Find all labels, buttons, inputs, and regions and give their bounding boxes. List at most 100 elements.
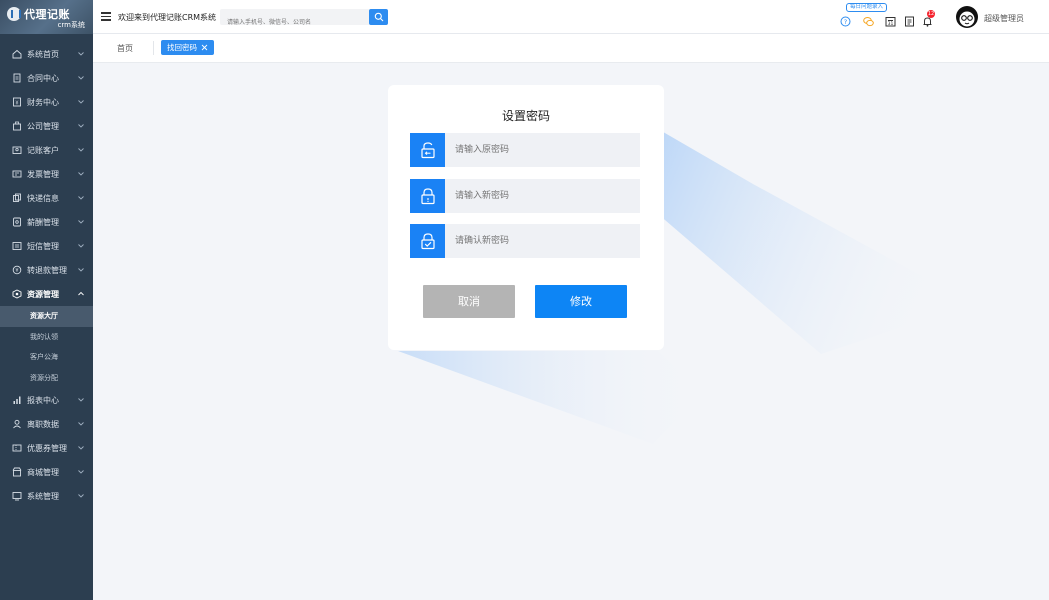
sms-icon (12, 241, 22, 251)
tab-recover-password[interactable]: 找回密码 (161, 40, 214, 55)
sidebar-item-label: 资源管理 (27, 289, 59, 299)
close-icon[interactable] (201, 44, 208, 51)
resign-icon (12, 419, 22, 429)
chevron-down-icon (78, 76, 84, 80)
search-button[interactable] (369, 9, 388, 25)
salary-icon (12, 217, 22, 227)
sidebar-item-label: 公司管理 (27, 121, 59, 131)
chevron-up-icon (78, 291, 84, 296)
customer-icon (12, 145, 22, 155)
search-box (220, 9, 370, 31)
svg-text:¥: ¥ (15, 101, 18, 107)
sidebar: 代理记账 crm系统 系统首页合同中心 ¥ 财务中心公司管理记账客户发票管理快递信息… (0, 0, 93, 600)
sidebar-item-mall[interactable]: 商城管理 (0, 460, 93, 484)
calendar-icon[interactable]: 31 (885, 12, 896, 27)
lock-icon (410, 179, 445, 213)
sidebar-item-label: 商城管理 (27, 467, 59, 477)
sidebar-item-sms[interactable]: 短信管理 (0, 234, 93, 258)
menu-toggle-icon[interactable] (101, 12, 111, 21)
chat-icon[interactable] (863, 12, 874, 27)
sidebar-item-label: 系统首页 (27, 49, 59, 59)
tab-divider (153, 41, 154, 55)
sidebar-item-label: 快递信息 (27, 193, 59, 203)
sidebar-item-system[interactable]: 系统管理 (0, 484, 93, 508)
chevron-down-icon (78, 100, 84, 104)
sidebar-item-coupon[interactable]: 优惠券管理 (0, 436, 93, 460)
company-icon (12, 121, 22, 131)
chevron-down-icon (78, 148, 84, 152)
sidebar-item-customer[interactable]: 记账客户 (0, 138, 93, 162)
sidebar-item-label: 转退款管理 (27, 265, 67, 275)
chevron-down-icon (78, 220, 84, 224)
confirm-password-input[interactable] (445, 224, 640, 258)
svg-text:31: 31 (888, 21, 894, 27)
sidebar-item-label: 财务中心 (27, 97, 59, 107)
chevron-down-icon (78, 446, 84, 450)
brand-logo[interactable]: 代理记账 crm系统 (0, 0, 93, 34)
sidebar-item-report[interactable]: 报表中心 (0, 388, 93, 412)
card-title: 设置密码 (501, 109, 550, 123)
sidebar-item-label: 报表中心 (27, 395, 59, 405)
search-input[interactable] (220, 14, 368, 31)
sidebar-item-express[interactable]: 快递信息 (0, 186, 93, 210)
search-icon (374, 12, 383, 22)
logo-icon (7, 7, 21, 21)
chevron-down-icon (78, 422, 84, 426)
chevron-down-icon (78, 244, 84, 248)
sidebar-item-label: 发票管理 (27, 169, 59, 179)
coupon-icon (12, 443, 22, 453)
chevron-down-icon (78, 268, 84, 272)
tabs-bar: 首页 找回密码 (93, 34, 1049, 63)
daily-issue-badge[interactable]: 每日问题录入 (846, 3, 888, 12)
express-icon (12, 193, 22, 203)
chevron-down-icon (78, 196, 84, 200)
sidebar-subitem[interactable]: 资源分配 (0, 368, 93, 389)
sidebar-item-label: 合同中心 (27, 73, 59, 83)
tab-label: 找回密码 (167, 43, 197, 52)
top-header: 欢迎来到代理记账CRM系统 每日问题录入 ? 31 12 超级管理员 (93, 0, 1049, 34)
sidebar-subitem[interactable]: 客户公海 (0, 347, 93, 368)
chevron-down-icon (78, 470, 84, 474)
unlock-icon (410, 133, 445, 167)
sidebar-item-label: 短信管理 (27, 241, 59, 251)
sidebar-item-label: 系统管理 (27, 491, 59, 501)
sidebar-subitem[interactable]: 我的认领 (0, 327, 93, 348)
sidebar-item-invoice[interactable]: 发票管理 (0, 162, 93, 186)
chevron-down-icon (78, 398, 84, 402)
sidebar-item-refund[interactable]: ¥ 转退款管理 (0, 258, 93, 282)
sidebar-item-home[interactable]: 系统首页 (0, 42, 93, 66)
chevron-down-icon (78, 124, 84, 128)
welcome-text: 欢迎来到代理记账CRM系统 (118, 13, 217, 22)
sidebar-item-contract[interactable]: 合同中心 (0, 66, 93, 90)
chevron-down-icon (78, 172, 84, 176)
svg-text:?: ? (844, 18, 847, 26)
old-password-field (410, 133, 640, 167)
new-password-input[interactable] (445, 179, 640, 213)
sidebar-item-company[interactable]: 公司管理 (0, 114, 93, 138)
system-icon (12, 491, 22, 501)
notes-icon[interactable] (904, 12, 915, 27)
chevron-down-icon (78, 494, 84, 498)
sidebar-menu: 系统首页合同中心 ¥ 财务中心公司管理记账客户发票管理快递信息薪酬管理短信管理 ¥ 转退… (0, 42, 93, 508)
report-icon (12, 395, 22, 405)
tab-home[interactable]: 首页 (117, 43, 133, 54)
brand-subtitle: crm系统 (57, 21, 85, 29)
avatar[interactable] (956, 6, 978, 28)
help-icon[interactable]: ? (840, 12, 851, 27)
sidebar-item-resign[interactable]: 离职数据 (0, 412, 93, 436)
cancel-button[interactable]: 取消 (423, 285, 515, 318)
main-content: 设置密码 取消 修改 (93, 64, 1049, 600)
submit-button[interactable]: 修改 (535, 285, 627, 318)
chevron-down-icon (78, 52, 84, 56)
old-password-input[interactable] (445, 133, 640, 167)
set-password-card: 设置密码 取消 修改 (388, 85, 664, 350)
user-name[interactable]: 超级管理员 (984, 13, 1024, 24)
sidebar-item-salary[interactable]: 薪酬管理 (0, 210, 93, 234)
svg-text:¥: ¥ (15, 268, 18, 274)
sidebar-item-resource[interactable]: 资源管理 (0, 282, 93, 306)
sidebar-item-label: 优惠券管理 (27, 443, 67, 453)
sidebar-subitem[interactable]: 资源大厅 (0, 306, 93, 327)
resource-icon (12, 289, 22, 299)
sidebar-item-finance[interactable]: ¥ 财务中心 (0, 90, 93, 114)
lock-check-icon (410, 224, 445, 258)
